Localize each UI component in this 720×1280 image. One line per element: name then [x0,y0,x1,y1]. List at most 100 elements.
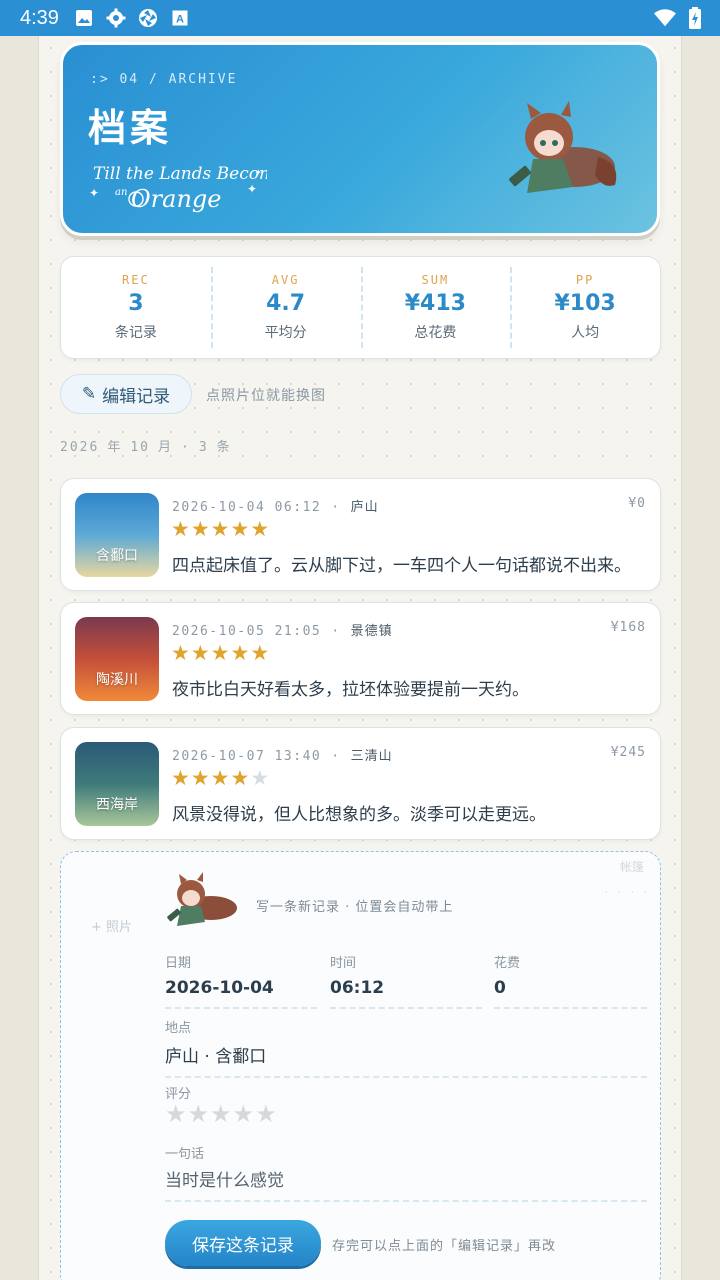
stat-label: AVG [271,273,300,287]
section-crumb: :> 04 / ARCHIVE [90,72,238,87]
note-input[interactable]: 当时是什么感觉 [165,1166,647,1202]
cost-field[interactable]: 0 [494,978,647,1009]
stat-caption: 人均 [571,325,600,341]
script-logo: Till the Lands Become an Orange ✦ ✦ ✦ [89,164,267,213]
save-record-button[interactable]: 保存这条记录 [165,1220,321,1266]
svg-text:A: A [176,14,184,26]
star-filled-icon: ★ [210,766,231,790]
text-a-icon: A [169,7,191,29]
star-filled-icon: ★ [190,641,211,665]
month-month-unit: 月 [157,440,173,455]
stat-rec: REC 3 条记录 [61,257,211,358]
stat-value: 4.7 [266,291,306,316]
record-price: ¥0 [628,496,646,511]
record-card[interactable]: 陶溪川 2026-10-05 21:05 · 景德镇 ¥168 ★★★★★ 夜市比白… [60,602,661,715]
time-field[interactable]: 06:12 [330,978,482,1009]
aperture-icon [137,7,159,29]
date-label: 日期 [165,956,192,971]
stats-card: REC 3 条记录 AVG 4.7 平均分 SUM ¥413 总花费 PP ¥1… [60,256,661,359]
month-count: 3 [198,440,209,455]
note-label: 一句话 [165,1147,205,1162]
edit-hint: 点照片位就能换图 [206,388,326,404]
settings-gear-icon [105,7,127,29]
stat-per-person: PP ¥103 人均 [510,257,660,358]
rating-star-icon[interactable]: ★ [165,1100,188,1128]
save-hint: 存完可以点上面的「编辑记录」再改 [332,1239,557,1254]
star-filled-icon: ★ [210,641,231,665]
record-rating: ★★★★★ [171,517,270,541]
star-filled-icon: ★ [210,517,231,541]
dots-decoration: · · · · [604,886,650,899]
stat-value: ¥413 [404,291,466,316]
star-filled-icon: ★ [250,641,271,665]
svg-text:✦: ✦ [255,168,262,177]
svg-text:an: an [115,187,127,198]
rating-star-icon[interactable]: ★ [210,1100,233,1128]
month-month: 10 [130,440,150,455]
svg-text:Till the Lands Become: Till the Lands Become [93,164,267,184]
stat-caption: 总花费 [414,325,457,341]
record-note: 风景没得说，但人比想象的多。淡季可以走更远。 [172,805,546,825]
record-note: 夜市比白天好看太多，拉坯体验要提前一天约。 [172,680,529,700]
star-filled-icon: ★ [190,517,211,541]
battery-charging-icon [684,7,706,29]
record-meta: 2026-10-07 13:40 · 三清山 [172,745,393,764]
record-place: 庐山 [350,500,379,515]
record-photo[interactable]: 陶溪川 [75,617,159,701]
stat-caption: 条记录 [114,325,157,341]
place-label: 地点 [165,1021,192,1036]
record-photo[interactable]: 含鄱口 [75,493,159,577]
record-price: ¥168 [610,620,646,635]
record-meta: 2026-10-05 21:05 · 景德镇 [172,620,393,639]
record-separator: · [331,624,341,639]
record-card[interactable]: 含鄱口 2026-10-04 06:12 · 庐山 ¥0 ★★★★★ 四点起床值了。… [60,478,661,591]
stat-label: PP [575,273,595,287]
stat-avg: AVG 4.7 平均分 [210,257,361,358]
record-note: 四点起床值了。云从脚下过，一车四个人一句话都说不出来。 [172,556,631,576]
stat-value: ¥103 [554,291,616,316]
record-photo[interactable]: 西海岸 [75,742,159,826]
stat-label: REC [122,273,150,287]
stat-caption: 平均分 [264,325,307,341]
star-filled-icon: ★ [190,766,211,790]
wifi-icon [654,7,676,29]
edit-records-label: 编辑记录 [102,386,171,407]
svg-text:Orange: Orange [131,185,221,213]
record-datetime: 2026-10-04 06:12 [172,500,322,515]
svg-text:✦: ✦ [247,182,257,196]
new-record-form: + 照片 帐篷 · · · · 写一条新记录 · 位置会自动带上 日期 2026… [60,851,661,1280]
record-place: 三清山 [350,749,393,764]
month-year-unit: 年 [107,440,123,455]
record-card[interactable]: 西海岸 2026-10-07 13:40 · 三清山 ¥245 ★★★★★ 风景没得… [60,727,661,840]
mascot-illustration [509,101,617,193]
star-empty-icon: ★ [250,766,271,790]
record-rating: ★★★★★ [171,641,270,665]
date-field[interactable]: 2026-10-04 [165,978,317,1009]
rating-stars-input[interactable]: ★★★★★ [165,1100,278,1128]
stat-value: 3 [128,291,144,316]
record-separator: · [331,749,341,764]
cost-label: 花费 [494,956,521,971]
month-header: 2026 年 10 月 · 3 条 [60,436,240,455]
record-datetime: 2026-10-07 13:40 [172,749,322,764]
status-bar: 4:39 A [0,0,720,36]
record-photo-label: 陶溪川 [96,672,138,688]
tent-decoration: 帐篷 [619,860,644,874]
star-filled-icon: ★ [230,517,251,541]
stat-sum: SUM ¥413 总花费 [360,257,511,358]
record-rating: ★★★★★ [171,766,270,790]
rating-star-icon[interactable]: ★ [233,1100,256,1128]
record-photo-label: 含鄱口 [96,548,138,564]
time-label: 时间 [330,956,357,971]
record-meta: 2026-10-04 06:12 · 庐山 [172,496,379,515]
month-separator: · [181,440,191,455]
add-photo-button[interactable]: + 照片 [91,916,132,935]
star-filled-icon: ★ [171,641,191,665]
rating-star-icon[interactable]: ★ [255,1100,278,1128]
star-filled-icon: ★ [171,517,191,541]
place-field[interactable]: 庐山 · 含鄱口 [165,1042,647,1078]
edit-records-button[interactable]: ✎ 编辑记录 [60,374,192,414]
page-title: 档案 [88,106,173,150]
star-filled-icon: ★ [250,517,271,541]
rating-star-icon[interactable]: ★ [188,1100,211,1128]
